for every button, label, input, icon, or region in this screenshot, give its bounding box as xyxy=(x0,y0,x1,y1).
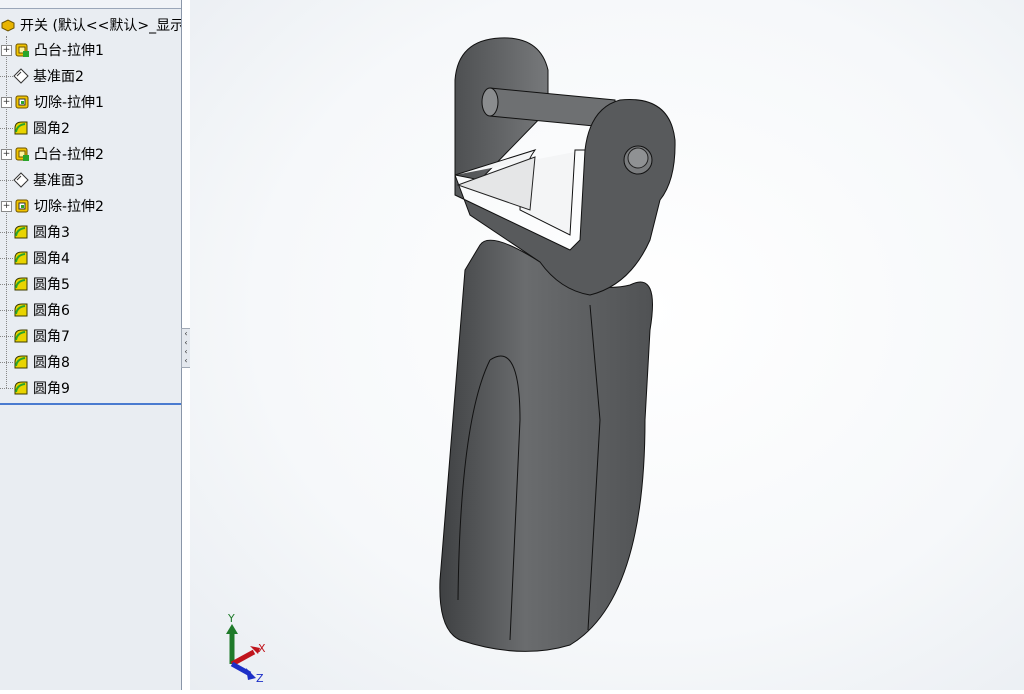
fillet-icon xyxy=(14,381,28,395)
fillet-icon xyxy=(14,225,28,239)
fillet-icon xyxy=(14,277,28,291)
tree-item-label: 圆角6 xyxy=(33,303,70,319)
triad-x-label: X xyxy=(258,642,266,655)
tree-item[interactable]: + 凸台-拉伸2 xyxy=(0,143,104,165)
view-triad: Y X Z xyxy=(212,612,272,687)
tree-bottom-separator xyxy=(0,403,181,405)
tree-root-label: 开关 (默认<<默认>_显示 xyxy=(20,18,182,34)
tree-item-label: 圆角3 xyxy=(33,225,70,241)
expand-toggle[interactable]: + xyxy=(1,200,12,212)
expand-toggle[interactable]: + xyxy=(1,44,12,56)
tree-item[interactable]: 圆角2 xyxy=(0,117,70,139)
extrude-cut-icon xyxy=(15,95,29,109)
tree-connector xyxy=(0,361,13,363)
tree-connector xyxy=(0,335,13,337)
tree-item[interactable]: + 切除-拉伸2 xyxy=(0,195,104,217)
tree-item[interactable]: 圆角9 xyxy=(0,377,70,399)
extrude-cut-icon xyxy=(15,199,29,213)
tree-item[interactable]: 基准面3 xyxy=(0,169,84,191)
part-icon xyxy=(1,19,15,32)
tree-item-label: 圆角4 xyxy=(33,251,70,267)
panel-toolbar xyxy=(0,0,181,9)
part-model xyxy=(439,37,676,652)
tree-item-label: 圆角9 xyxy=(33,381,70,397)
fillet-icon xyxy=(14,303,28,317)
tree-item-label: 切除-拉伸2 xyxy=(34,199,104,215)
triad-y-label: Y xyxy=(228,612,235,625)
feature-manager-tree: 开关 (默认<<默认>_显示 + 凸台-拉伸1 基准面2 + 切除-拉伸1 圆角2 + 凸台-… xyxy=(0,0,182,690)
triad-x-axis xyxy=(230,649,256,667)
tree-connector xyxy=(0,231,13,233)
tree-connector xyxy=(0,257,13,259)
tree-connector xyxy=(0,283,13,285)
fillet-icon xyxy=(14,355,28,369)
tree-item-label: 凸台-拉伸1 xyxy=(34,43,104,59)
tree-item[interactable]: 基准面2 xyxy=(0,65,84,87)
tree-item[interactable]: + 凸台-拉伸1 xyxy=(0,39,104,61)
tree-connector xyxy=(0,127,13,129)
tree-connector xyxy=(0,309,13,311)
tree-item-label: 圆角7 xyxy=(33,329,70,345)
tree-item-label: 切除-拉伸1 xyxy=(34,95,104,111)
expand-toggle[interactable]: + xyxy=(1,96,12,108)
tree-item-label: 基准面3 xyxy=(33,173,84,189)
tree-item[interactable]: + 切除-拉伸1 xyxy=(0,91,104,113)
tree-item-label: 圆角2 xyxy=(33,121,70,137)
fillet-icon xyxy=(14,329,28,343)
fillet-icon xyxy=(14,121,28,135)
extrude-boss-icon xyxy=(15,147,29,161)
tree-item[interactable]: 圆角8 xyxy=(0,351,70,373)
tree-item[interactable]: 圆角3 xyxy=(0,221,70,243)
tree-connector xyxy=(0,75,13,77)
tree-item-label: 圆角5 xyxy=(33,277,70,293)
tree-connector xyxy=(0,387,13,389)
tree-connector xyxy=(0,179,13,181)
fillet-icon xyxy=(14,251,28,265)
triad-z-label: Z xyxy=(256,672,264,685)
expand-toggle[interactable]: + xyxy=(1,148,12,160)
tree-item-label: 凸台-拉伸2 xyxy=(34,147,104,163)
tree-item[interactable]: 圆角7 xyxy=(0,325,70,347)
tree-item-label: 圆角8 xyxy=(33,355,70,371)
tree-root-part[interactable]: 开关 (默认<<默认>_显示 xyxy=(0,14,182,36)
tree-item[interactable]: 圆角5 xyxy=(0,273,70,295)
plane-icon xyxy=(13,172,29,188)
graphics-viewport[interactable]: Y X Z xyxy=(190,0,1024,690)
tree-item-label: 基准面2 xyxy=(33,69,84,85)
extrude-boss-icon xyxy=(15,43,29,57)
tree-item[interactable]: 圆角4 xyxy=(0,247,70,269)
plane-icon xyxy=(13,68,29,84)
tree-item[interactable]: 圆角6 xyxy=(0,299,70,321)
